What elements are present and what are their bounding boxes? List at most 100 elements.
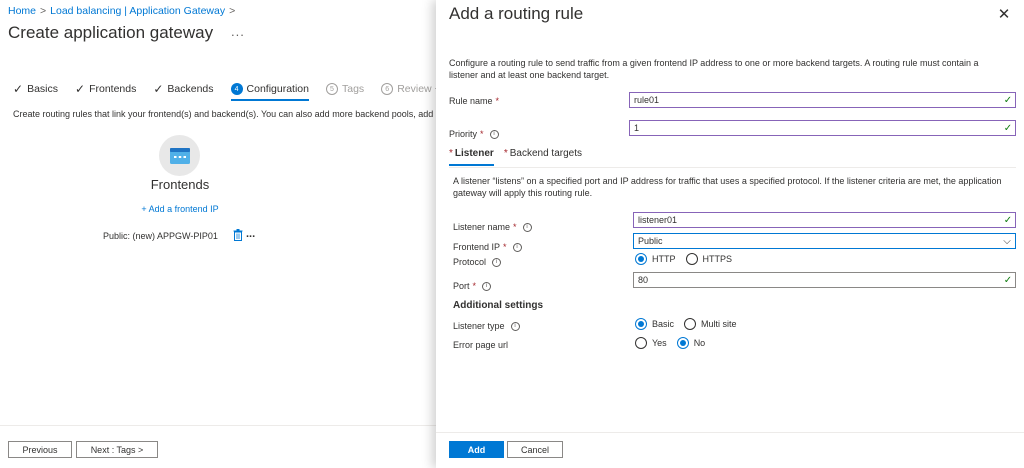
required-marker: *	[472, 281, 477, 291]
tab-backend-targets[interactable]: * Backend targets	[504, 148, 582, 166]
info-icon[interactable]: i	[482, 281, 492, 291]
radio-label: Basic	[652, 319, 675, 329]
frontend-ip-icon	[159, 135, 200, 176]
radio-label: Yes	[652, 338, 667, 348]
wizard-pane: Home > Load balancing | Application Gatewa…	[0, 0, 458, 468]
error-page-yes-radio[interactable]: Yes	[635, 337, 667, 349]
add-button[interactable]: Add	[449, 441, 504, 458]
port-label-text: Port	[453, 281, 470, 291]
priority-label: Priority * i	[449, 129, 499, 139]
tab-label: Listener	[454, 148, 494, 159]
breadcrumb-separator-icon: >	[40, 5, 47, 17]
priority-input[interactable]: 1 ✓	[629, 120, 1016, 136]
step-number-icon: 4	[230, 83, 243, 95]
info-icon[interactable]: i	[489, 129, 499, 139]
frontend-ip-value: Public	[638, 236, 663, 246]
valid-checkmark-icon: ✓	[1003, 94, 1013, 106]
checkmark-icon: ✓	[75, 82, 86, 96]
listener-type-multisite-radio[interactable]: Multi site	[684, 318, 737, 330]
rule-name-input[interactable]: rule01 ✓	[629, 92, 1016, 108]
checkmark-icon: ✓	[153, 82, 164, 96]
close-icon[interactable]: ✕	[996, 6, 1012, 23]
radio-label: HTTP	[652, 254, 676, 264]
priority-value: 1	[634, 123, 640, 133]
valid-checkmark-icon: ✓	[1003, 274, 1013, 286]
step-frontends[interactable]: ✓ Frontends	[75, 82, 136, 96]
required-marker: *	[503, 242, 507, 252]
panel-intro: Configure a routing rule to send traffic…	[449, 58, 979, 80]
step-label: Configuration	[246, 83, 309, 95]
priority-label-text: Priority	[449, 129, 478, 139]
step-configuration[interactable]: 4 Configuration	[230, 83, 310, 101]
additional-settings-heading: Additional settings	[453, 300, 543, 311]
listener-name-value: listener01	[638, 215, 678, 225]
info-icon[interactable]: i	[512, 242, 522, 252]
port-value: 80	[638, 275, 649, 285]
radio-label: HTTPS	[702, 254, 733, 264]
routing-rule-tabs: * Listener * Backend targets	[449, 148, 592, 166]
required-marker: *	[513, 222, 517, 232]
frontend-ip-select[interactable]: Public ⌵	[633, 233, 1016, 249]
rule-name-value: rule01	[634, 95, 660, 105]
step-basics[interactable]: ✓ Basics	[13, 82, 58, 96]
breadcrumb-load-balancing[interactable]: Load balancing | Application Gateway	[50, 5, 225, 17]
required-marker: *	[449, 148, 453, 159]
step-number-icon: 6	[381, 83, 394, 95]
error-page-url-label: Error page url	[453, 340, 508, 350]
protocol-label-text: Protocol	[453, 257, 487, 267]
page-title: Create application gateway	[8, 23, 214, 42]
error-page-url-radio-group: Yes No	[635, 337, 715, 349]
error-page-url-label-text: Error page url	[453, 340, 509, 350]
listener-type-basic-radio[interactable]: Basic	[635, 318, 674, 330]
valid-checkmark-icon: ✓	[1003, 214, 1013, 226]
listener-intro: A listener “listens” on a specified port…	[453, 176, 1002, 198]
configuration-description: Create routing rules that link your fron…	[13, 109, 434, 119]
more-options-icon[interactable]: ...	[231, 24, 245, 39]
step-label: Backends	[167, 83, 214, 95]
step-backends[interactable]: ✓ Backends	[153, 82, 213, 96]
step-label: Tags	[342, 83, 365, 95]
info-icon[interactable]: i	[510, 321, 520, 331]
error-page-no-radio[interactable]: No	[676, 337, 706, 349]
step-number-icon: 5	[326, 83, 338, 95]
port-input[interactable]: 80 ✓	[633, 272, 1016, 288]
chevron-down-icon: ⌵	[1003, 235, 1011, 247]
step-tags[interactable]: 5 Tags	[326, 83, 364, 95]
radio-selected-icon	[635, 253, 647, 265]
add-routing-rule-panel: Add a routing rule ✕ Configure a routing…	[436, 0, 1024, 468]
protocol-https-radio[interactable]: HTTPS	[685, 253, 733, 265]
breadcrumb-home[interactable]: Home	[8, 5, 36, 17]
wizard-footer: Previous Next : Tags >	[0, 425, 436, 468]
port-label: Port * i	[453, 281, 492, 291]
panel-title: Add a routing rule	[449, 4, 584, 23]
panel-footer: Add Cancel	[436, 432, 1024, 468]
protocol-http-radio[interactable]: HTTP	[635, 253, 676, 265]
protocol-radio-group: HTTP HTTPS	[635, 253, 742, 265]
tab-listener[interactable]: * Listener	[449, 148, 494, 166]
info-icon[interactable]: i	[492, 257, 502, 267]
required-marker: *	[503, 148, 508, 159]
frontend-more-icon[interactable]: ...	[246, 228, 255, 240]
required-marker: *	[480, 129, 484, 139]
radio-selected-icon	[676, 337, 689, 349]
radio-selected-icon	[635, 318, 647, 330]
protocol-label: Protocol i	[453, 257, 502, 267]
radio-unselected-icon	[684, 318, 697, 330]
next-tags-button[interactable]: Next : Tags >	[76, 441, 158, 458]
listener-name-label-text: Listener name	[453, 222, 511, 232]
previous-button[interactable]: Previous	[8, 441, 72, 458]
cancel-button[interactable]: Cancel	[507, 441, 563, 458]
frontend-ip-label-text: Frontend IP	[453, 242, 501, 252]
breadcrumb-separator-icon: >	[229, 5, 236, 17]
delete-icon[interactable]	[233, 229, 243, 243]
listener-type-label: Listener type i	[453, 321, 520, 331]
add-frontend-ip-link[interactable]: + Add a frontend IP	[120, 204, 240, 214]
radio-label: No	[693, 338, 706, 348]
info-icon[interactable]: i	[522, 222, 532, 232]
frontend-item[interactable]: Public: (new) APPGW-PIP01	[103, 231, 218, 241]
radio-unselected-icon	[685, 253, 698, 265]
wizard-steps: ✓ Basics ✓ Frontends ✓ Backends 4 Config…	[13, 80, 475, 101]
frontends-title: Frontends	[150, 177, 210, 192]
listener-name-input[interactable]: listener01 ✓	[633, 212, 1016, 228]
step-label: Frontends	[89, 83, 137, 95]
